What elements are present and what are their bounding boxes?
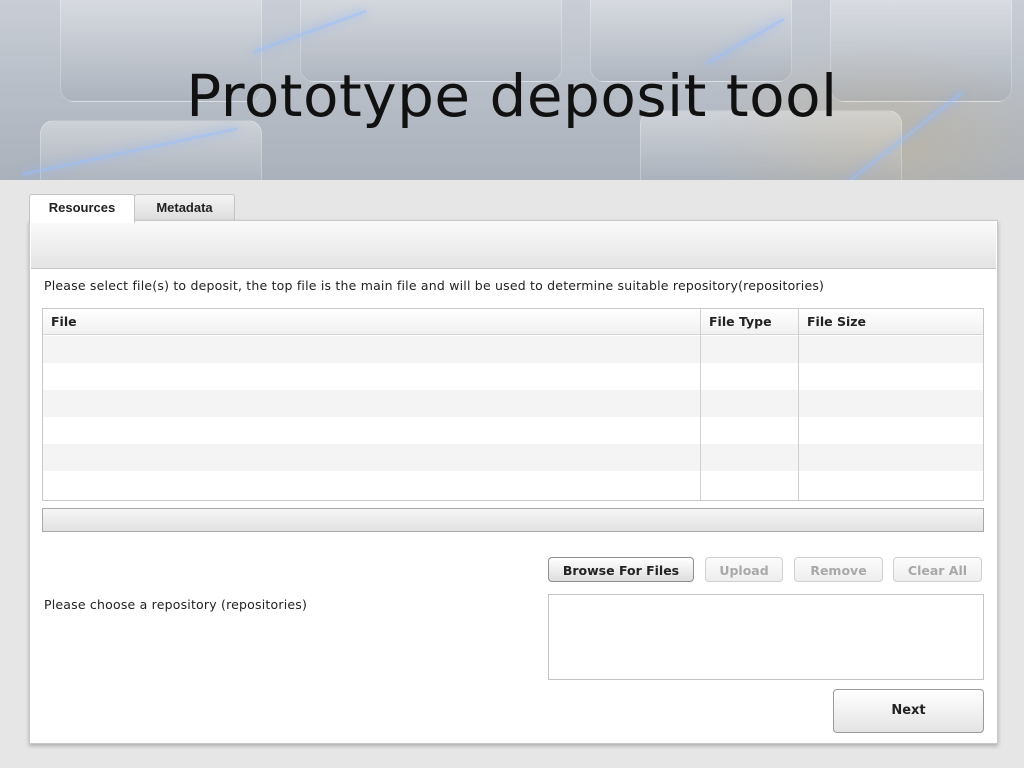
upload-button[interactable]: Upload — [705, 557, 783, 582]
header-banner: Prototype deposit tool — [0, 0, 1024, 180]
column-header-file-size[interactable]: File Size — [799, 309, 983, 335]
slide-title: Prototype deposit tool — [186, 62, 838, 130]
table-row[interactable] — [43, 417, 983, 444]
table-row[interactable] — [43, 471, 983, 499]
browse-files-button[interactable]: Browse For Files — [548, 557, 694, 582]
column-header-file-type[interactable]: File Type — [701, 309, 799, 335]
table-row[interactable] — [43, 390, 983, 417]
column-divider — [700, 309, 701, 500]
panel-toolbar — [31, 221, 996, 269]
table-row[interactable] — [43, 336, 983, 363]
column-header-file[interactable]: File — [43, 309, 701, 335]
repository-label: Please choose a repository (repositories… — [44, 597, 308, 612]
instruction-text: Please select file(s) to deposit, the to… — [44, 278, 825, 293]
tab-metadata[interactable]: Metadata — [134, 194, 235, 221]
column-divider — [798, 309, 799, 500]
next-button[interactable]: Next — [833, 689, 984, 733]
file-table[interactable]: File File Type File Size — [42, 308, 984, 501]
table-row[interactable] — [43, 363, 983, 390]
repository-list[interactable] — [548, 594, 984, 680]
clear-all-button[interactable]: Clear All — [893, 557, 982, 582]
remove-button[interactable]: Remove — [794, 557, 883, 582]
tab-resources[interactable]: Resources — [29, 194, 135, 223]
deposit-panel: Please select file(s) to deposit, the to… — [29, 220, 998, 744]
table-row[interactable] — [43, 444, 983, 471]
upload-progress-bar — [42, 508, 984, 532]
